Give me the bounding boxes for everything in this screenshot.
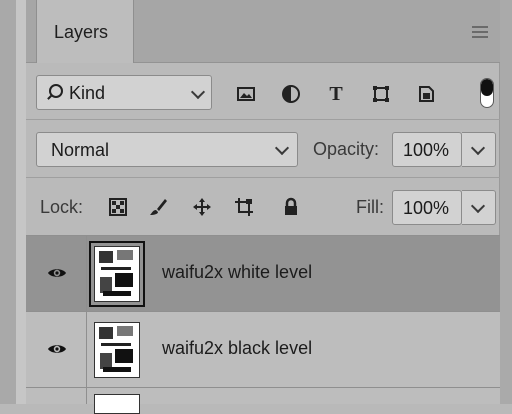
layer-thumbnail[interactable] [94,394,140,414]
fill-dropdown-button[interactable] [462,190,496,225]
eye-icon[interactable] [47,343,67,355]
tab-layers[interactable]: Layers [36,0,134,63]
layer-name[interactable]: waifu2x black level [162,338,312,359]
opacity-dropdown-button[interactable] [462,132,496,167]
visibility-cell[interactable] [26,236,87,311]
layer-thumbnail[interactable] [89,241,145,307]
left-toolbar-edge [0,0,17,404]
shape-filter-icon[interactable] [371,84,391,104]
filter-row: Kind T [26,63,500,119]
blend-mode-select[interactable]: Normal [36,132,298,167]
lock-label: Lock: [40,197,84,217]
lock-row: Lock: Fill: 100% [26,177,500,236]
opacity-value: 100% [403,140,450,160]
kind-filter-label: Kind [69,83,106,103]
visibility-cell[interactable] [26,312,87,387]
smartobject-filter-icon[interactable] [416,84,436,104]
layer-row[interactable] [26,387,500,414]
blend-mode-value: Normal [51,140,110,160]
lock-artboard-icon[interactable] [234,197,254,217]
layers-panel-window: Layers Kind T Normal Opacity: 100% Lock:… [0,0,512,414]
lock-pixels-icon[interactable] [108,197,128,217]
adjustment-filter-icon[interactable] [281,84,301,104]
tab-label: Layers [54,22,109,42]
layer-row[interactable]: waifu2x white level [26,235,500,311]
kind-filter-select[interactable]: Kind [36,75,212,110]
chevron-down-icon [470,140,486,156]
layer-name[interactable]: waifu2x white level [162,262,312,283]
chevron-down-icon [470,198,486,214]
search-icon [49,84,63,98]
type-filter-icon[interactable]: T [326,84,346,104]
layers-list: waifu2x white level waifu2x black level [26,235,500,414]
blend-row: Normal Opacity: 100% [26,119,500,178]
fill-label: Fill: [356,197,384,217]
chevron-down-icon [190,84,206,100]
visibility-cell[interactable] [26,388,87,404]
opacity-label: Opacity: [313,139,380,159]
lock-move-icon[interactable] [192,197,212,217]
fill-input[interactable]: 100% [392,190,462,225]
chevron-down-icon [274,140,290,156]
filter-toggle-icon[interactable] [480,78,494,108]
layer-row[interactable]: waifu2x black level [26,311,500,387]
panel-menu-icon[interactable] [472,26,488,38]
lock-paint-icon[interactable] [148,197,168,217]
lock-all-icon[interactable] [281,197,301,217]
opacity-input[interactable]: 100% [392,132,462,167]
layer-thumbnail[interactable] [94,322,140,378]
panel-tab-bar: Layers [26,0,500,63]
right-scroll-edge[interactable] [499,0,512,404]
fill-value: 100% [403,198,450,218]
panel-gutter [16,0,26,404]
eye-icon[interactable] [47,267,67,279]
image-filter-icon[interactable] [236,84,256,104]
